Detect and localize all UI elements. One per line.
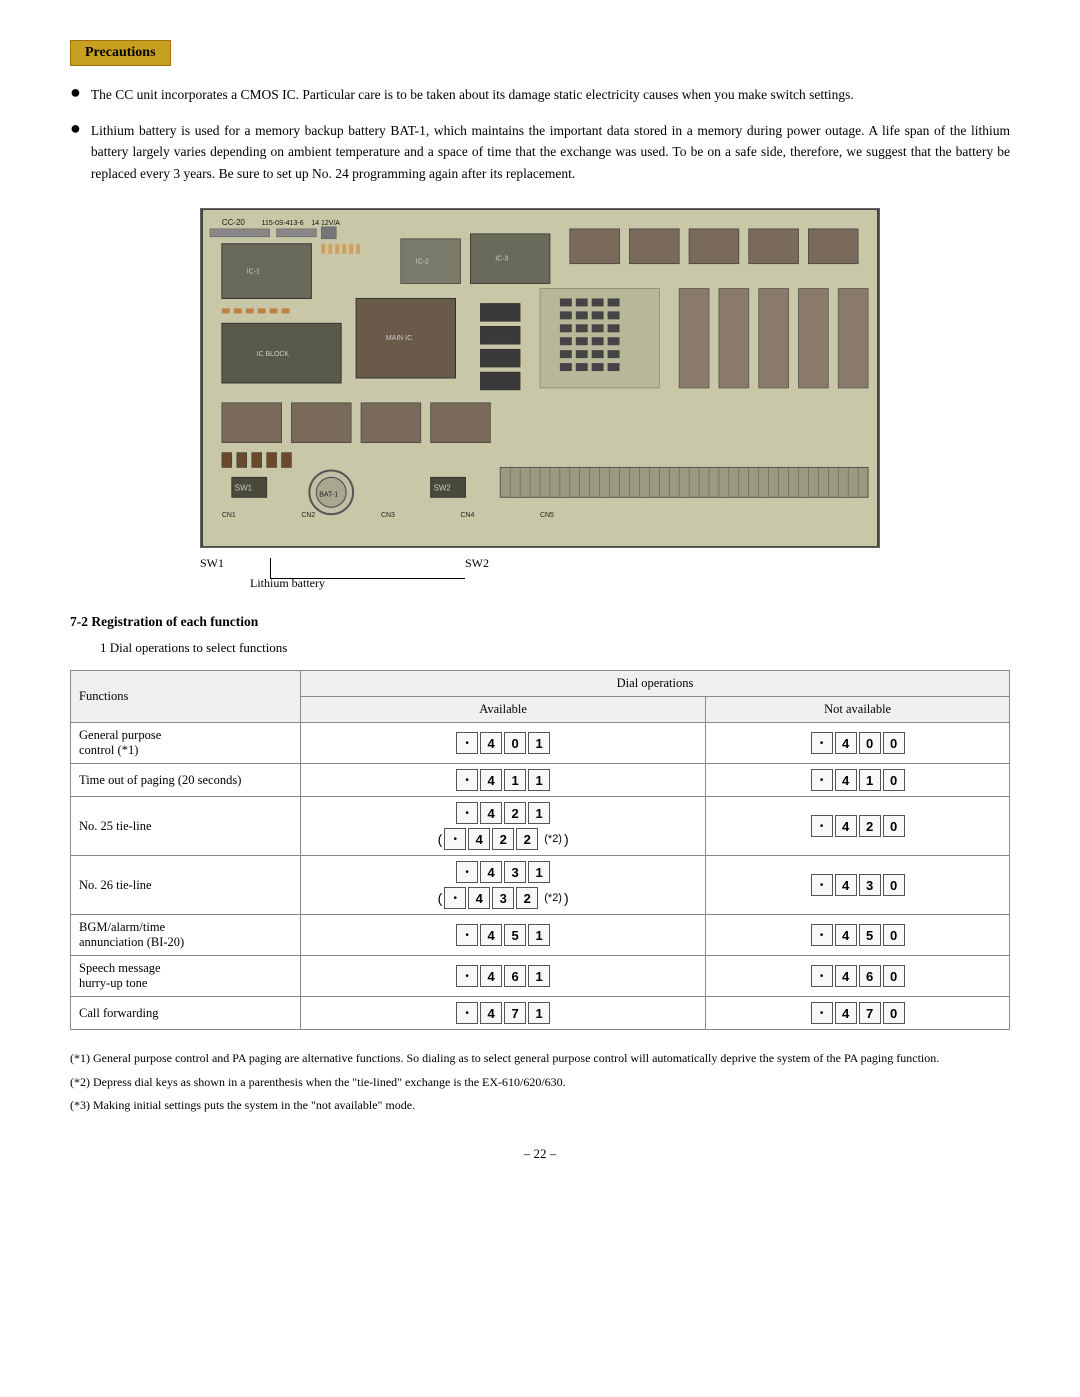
bullet-section: ● The CC unit incorporates a CMOS IC. Pa… — [70, 84, 1010, 184]
table-row: No. 26 tie-line — [71, 856, 301, 915]
svg-text:CN5: CN5 — [540, 513, 554, 520]
not-available-cell: •470 — [706, 997, 1010, 1030]
not-available-cell: •410 — [706, 764, 1010, 797]
available-cell: •431(•432(*2)) — [301, 856, 706, 915]
table-row: No. 25 tie-line — [71, 797, 301, 856]
available-cell: •411 — [301, 764, 706, 797]
not-available-cell: •400 — [706, 723, 1010, 764]
svg-text:MAIN IC: MAIN IC — [386, 336, 412, 343]
table-row: Call forwarding — [71, 997, 301, 1030]
table-row: General purpose control (*1) — [71, 723, 301, 764]
available-cell: •461 — [301, 956, 706, 997]
table-row: BGM/alarm/timeannunciation (BI-20) — [71, 915, 301, 956]
svg-text:IC BLOCK: IC BLOCK — [257, 352, 290, 359]
svg-text:SW1: SW1 — [235, 484, 253, 493]
col-available-header: Available — [301, 697, 706, 723]
footnote-3: (*3) Making initial settings puts the sy… — [70, 1095, 1010, 1115]
sw1-label: SW1 — [200, 556, 224, 571]
pcb-svg: CC-20 115-0S-413-6 14 12V/A IC-1 IC-2 IC… — [201, 209, 879, 547]
bullet-item-1: ● The CC unit incorporates a CMOS IC. Pa… — [70, 84, 1010, 106]
lithium-label: Lithium battery — [250, 576, 325, 591]
svg-text:CN3: CN3 — [381, 513, 395, 520]
not-available-cell: •420 — [706, 797, 1010, 856]
available-cell: •451 — [301, 915, 706, 956]
bullet-item-2: ● Lithium battery is used for a memory b… — [70, 120, 1010, 185]
footnotes: (*1) General purpose control and PA pagi… — [70, 1048, 1010, 1115]
col-functions-header: Functions — [71, 671, 301, 723]
available-cell: •471 — [301, 997, 706, 1030]
precautions-label: Precautions — [70, 40, 171, 66]
precautions-button: Precautions — [70, 40, 1010, 84]
footnote-2: (*2) Depress dial keys as shown in a par… — [70, 1072, 1010, 1092]
not-available-cell: •460 — [706, 956, 1010, 997]
col-dial-ops-header: Dial operations — [301, 671, 1010, 697]
available-cell: •421(•422(*2)) — [301, 797, 706, 856]
svg-text:BAT-1: BAT-1 — [319, 492, 338, 499]
diagram-annotation: SW1 Lithium battery SW2 — [200, 548, 880, 592]
sw1-connector-line — [270, 558, 271, 578]
svg-text:SW2: SW2 — [434, 484, 452, 493]
svg-text:CN2: CN2 — [301, 513, 315, 520]
sw2-label: SW2 — [465, 556, 489, 571]
svg-text:IC-3: IC-3 — [495, 256, 508, 263]
dial-intro: 1 Dial operations to select functions — [100, 640, 1010, 656]
page-number: – 22 – — [70, 1146, 1010, 1162]
svg-text:115-0S-413-6: 115-0S-413-6 — [262, 220, 304, 227]
col-not-available-header: Not available — [706, 697, 1010, 723]
not-available-cell: •430 — [706, 856, 1010, 915]
not-available-cell: •450 — [706, 915, 1010, 956]
available-cell: •401 — [301, 723, 706, 764]
svg-text:CN1: CN1 — [222, 513, 236, 520]
svg-text:IC-1: IC-1 — [247, 269, 260, 276]
pcb-diagram: CC-20 115-0S-413-6 14 12V/A IC-1 IC-2 IC… — [200, 208, 880, 548]
dial-operations-table: Functions Dial operations Available Not … — [70, 670, 1010, 1030]
svg-text:14 12V/A: 14 12V/A — [311, 220, 340, 227]
section-title: 7-2 Registration of each function — [70, 614, 1010, 630]
bullet-text-1: The CC unit incorporates a CMOS IC. Part… — [91, 84, 854, 106]
bullet-dot-2: ● — [70, 118, 81, 139]
section-72: 7-2 Registration of each function 1 Dial… — [70, 614, 1010, 1030]
table-row: Time out of paging (20 seconds) — [71, 764, 301, 797]
svg-text:CN4: CN4 — [460, 513, 474, 520]
svg-text:CC-20: CC-20 — [222, 218, 246, 227]
bullet-text-2: Lithium battery is used for a memory bac… — [91, 120, 1010, 185]
svg-text:IC-2: IC-2 — [416, 259, 429, 266]
bullet-dot-1: ● — [70, 82, 81, 103]
table-row: Speech messagehurry-up tone — [71, 956, 301, 997]
footnote-1: (*1) General purpose control and PA pagi… — [70, 1048, 1010, 1068]
